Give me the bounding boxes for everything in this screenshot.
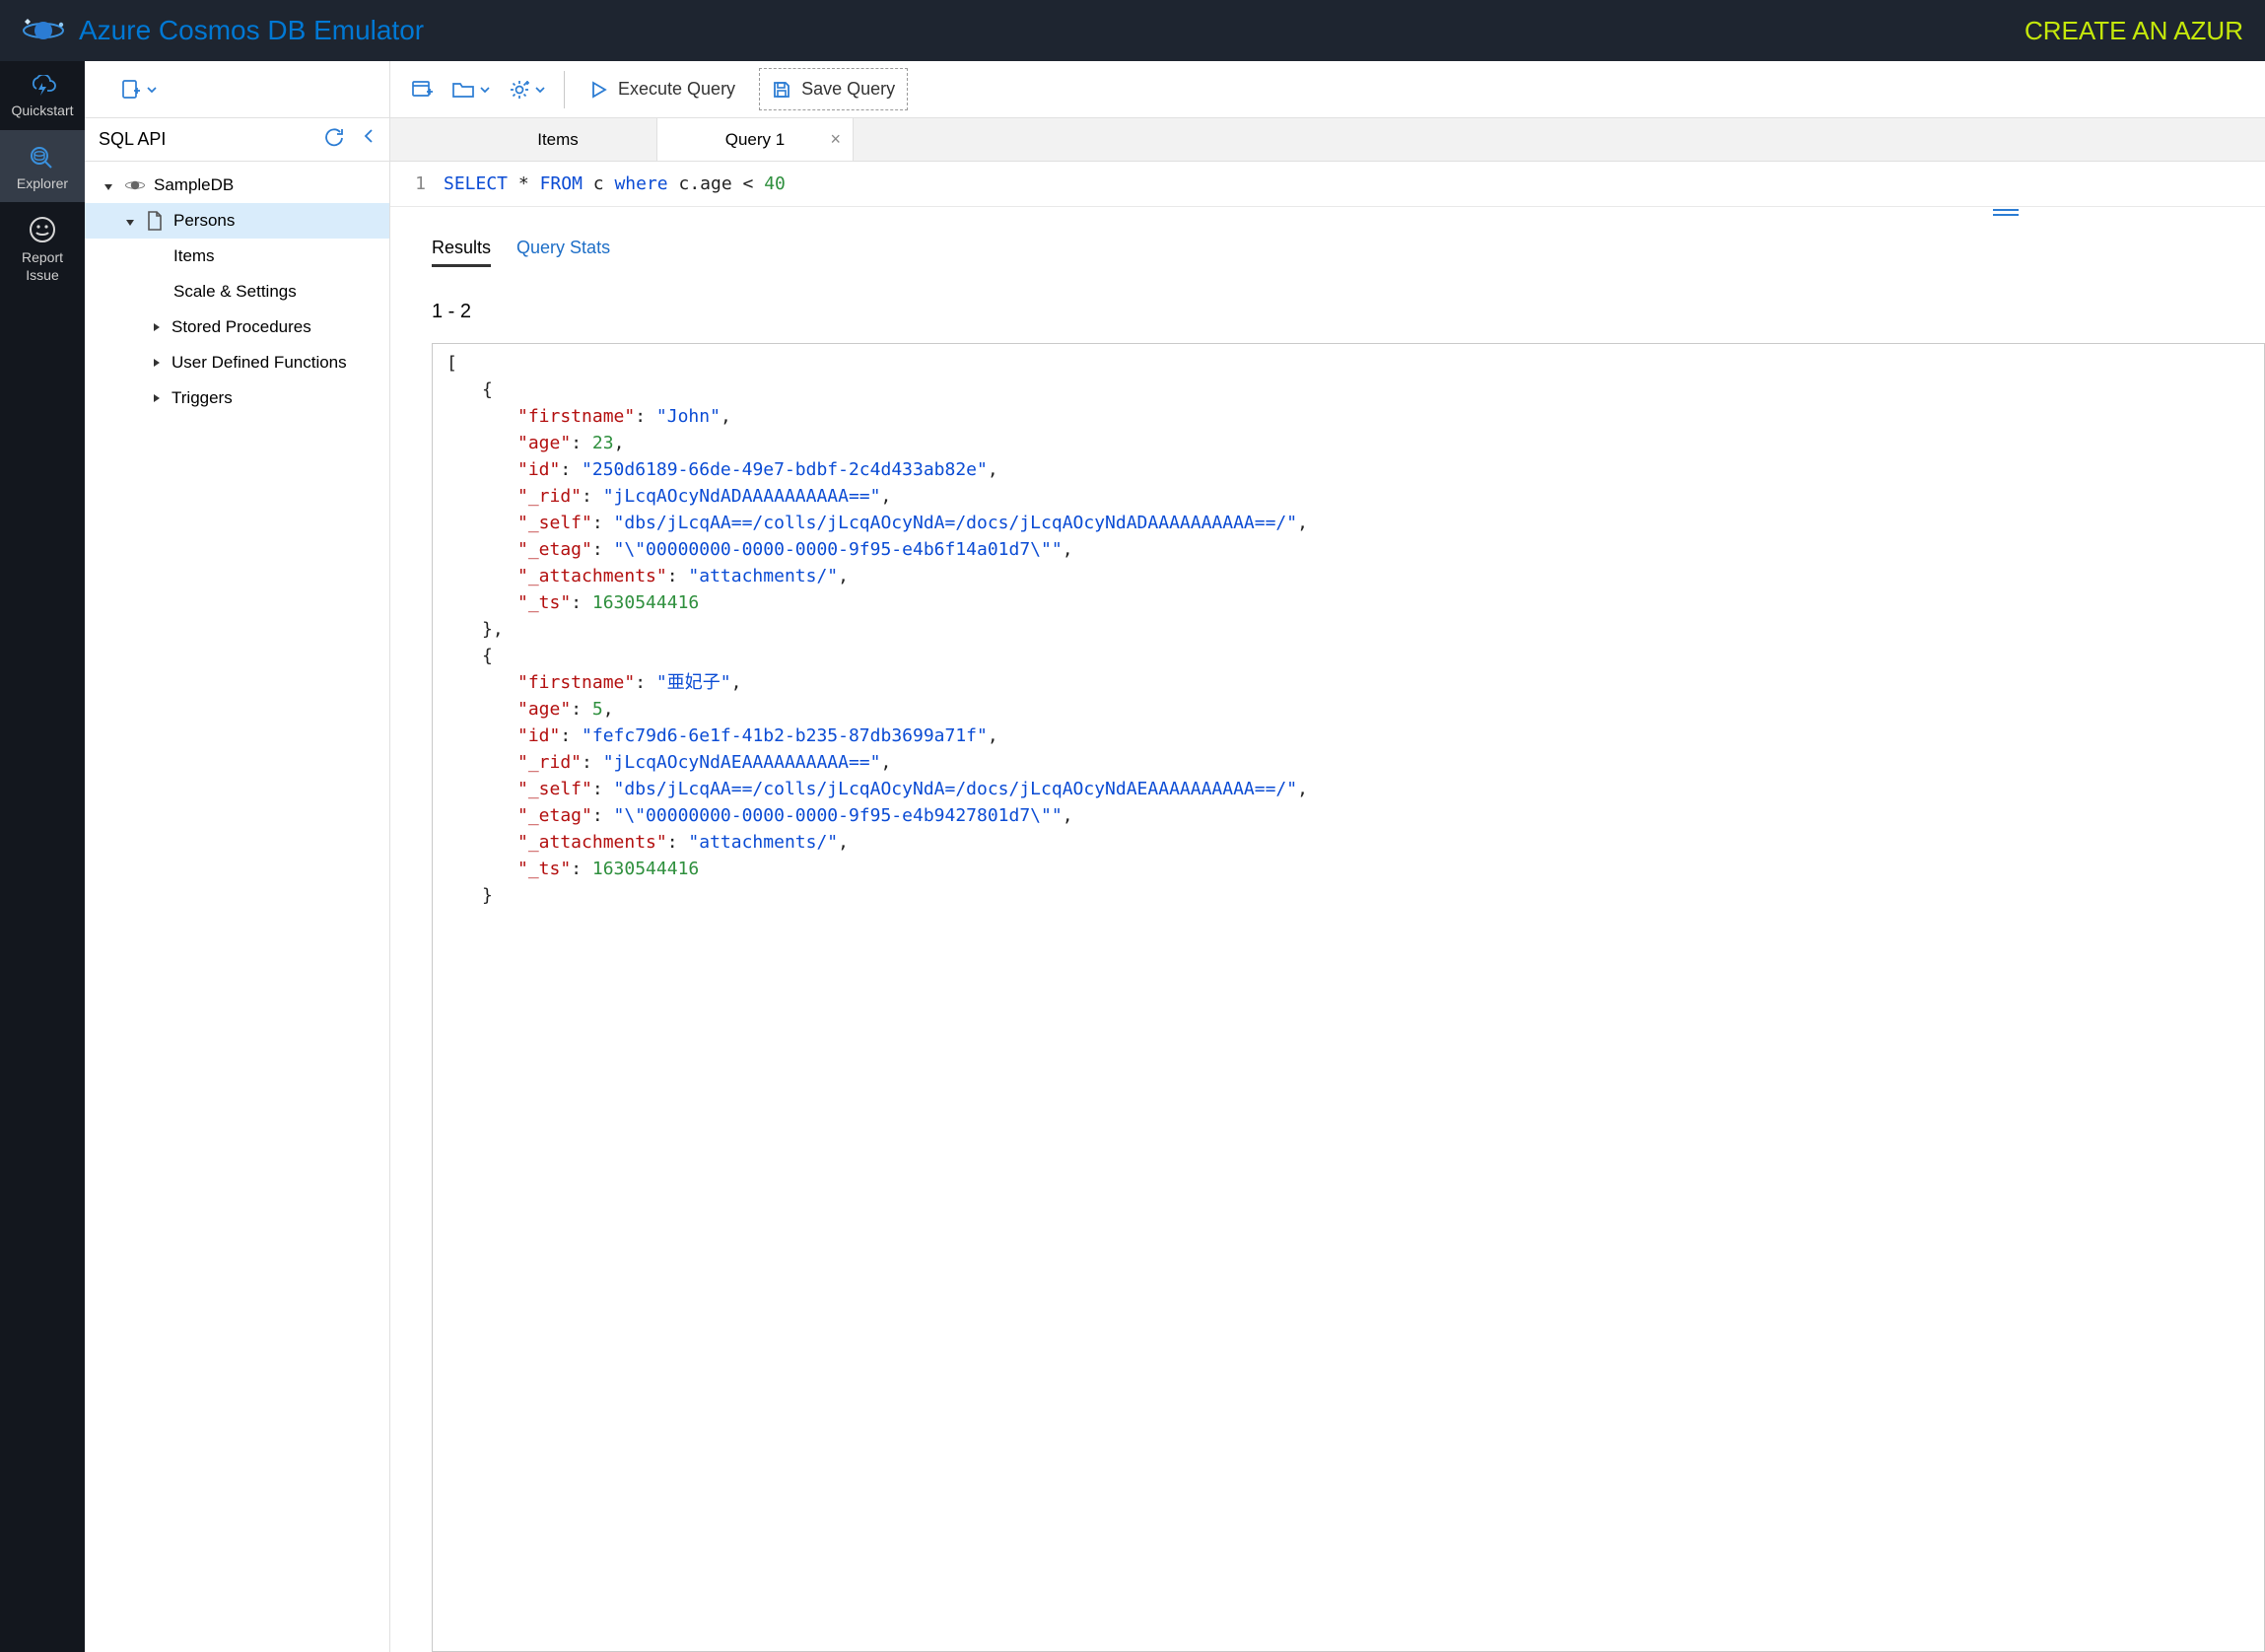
tree-database[interactable]: SampleDB xyxy=(85,168,389,203)
caret-right-icon xyxy=(150,320,164,334)
grip-icon xyxy=(1993,209,2019,211)
play-icon xyxy=(588,80,608,100)
tree-udf[interactable]: User Defined Functions xyxy=(85,345,389,380)
document-icon xyxy=(146,211,166,231)
app-brand: Azure Cosmos DB Emulator xyxy=(22,15,424,46)
caret-down-icon xyxy=(124,214,138,228)
top-bar: Azure Cosmos DB Emulator CREATE AN AZUR xyxy=(0,0,2265,61)
caret-right-icon xyxy=(150,391,164,405)
workspace-toolbar: Execute Query Save Query xyxy=(390,61,2265,118)
execute-query-button[interactable]: Execute Query xyxy=(583,75,741,103)
tree-node-label: SampleDB xyxy=(154,175,234,195)
rail-explorer[interactable]: Explorer xyxy=(0,130,85,203)
new-item-dropdown[interactable] xyxy=(120,79,158,101)
api-title: SQL API xyxy=(99,129,166,150)
workspace: Execute Query Save Query Items Query 1 ×… xyxy=(390,61,2265,1652)
query-editor[interactable]: 1 SELECT * FROM c where c.age < 40 xyxy=(390,162,2265,206)
open-dropdown[interactable] xyxy=(451,80,491,100)
rail-item-label: Explorer xyxy=(4,175,81,193)
save-icon xyxy=(772,80,791,100)
toolbar-separator xyxy=(564,71,565,108)
refresh-icon[interactable] xyxy=(324,127,344,152)
create-account-link[interactable]: CREATE AN AZUR xyxy=(2025,16,2243,46)
resource-tree: SampleDB Persons Items Scale & Settings … xyxy=(85,162,389,416)
tree-node-label: Stored Procedures xyxy=(172,317,311,337)
caret-down-icon xyxy=(103,178,116,192)
result-tabs: Results Query Stats xyxy=(390,220,2265,267)
rail-item-label: Quickstart xyxy=(4,103,81,120)
tree-scale-settings[interactable]: Scale & Settings xyxy=(85,274,389,310)
rail-item-label: Report Issue xyxy=(4,249,81,284)
split-handle[interactable] xyxy=(390,206,2265,220)
rail-report-issue[interactable]: Report Issue xyxy=(0,202,85,294)
new-container-icon[interactable] xyxy=(412,80,434,100)
tree-node-label: Items xyxy=(173,246,215,266)
tab-label: Query Stats xyxy=(516,238,610,257)
left-rail: Quickstart Explorer Report Issue xyxy=(0,61,85,1652)
result-json[interactable]: [{"firstname": "John","age": 23,"id": "2… xyxy=(432,343,2265,1652)
magnify-db-icon xyxy=(4,144,81,170)
tree-stored-procedures[interactable]: Stored Procedures xyxy=(85,310,389,345)
tree-collection[interactable]: Persons xyxy=(85,203,389,239)
smiley-icon xyxy=(4,216,81,243)
resource-tree-panel: SQL API SampleDB Persons Items Scale & S… xyxy=(85,61,390,1652)
tree-node-label: Triggers xyxy=(172,388,233,408)
tab-items[interactable]: Items xyxy=(459,118,656,161)
button-label: Execute Query xyxy=(618,79,735,100)
line-number: 1 xyxy=(390,173,444,194)
tree-toolbar xyxy=(85,61,389,118)
tree-node-label: Scale & Settings xyxy=(173,282,297,302)
settings-dropdown[interactable] xyxy=(509,79,546,101)
app-title: Azure Cosmos DB Emulator xyxy=(79,15,424,46)
tab-query-1[interactable]: Query 1 × xyxy=(656,117,854,161)
result-range: 1 - 2 xyxy=(390,267,2265,337)
cloud-bolt-icon xyxy=(4,75,81,97)
close-icon[interactable]: × xyxy=(830,129,841,150)
tree-node-label: Persons xyxy=(173,211,235,231)
tab-label: Results xyxy=(432,238,491,257)
api-header: SQL API xyxy=(85,118,389,162)
result-tab-stats[interactable]: Query Stats xyxy=(516,238,610,267)
tree-triggers[interactable]: Triggers xyxy=(85,380,389,416)
button-label: Save Query xyxy=(801,79,895,100)
save-query-button[interactable]: Save Query xyxy=(759,68,908,110)
caret-right-icon xyxy=(150,356,164,370)
result-tab-results[interactable]: Results xyxy=(432,238,491,267)
cosmos-logo-icon xyxy=(22,16,65,45)
database-icon xyxy=(124,174,146,196)
collapse-icon[interactable] xyxy=(362,127,376,152)
tab-label: Query 1 xyxy=(725,130,785,150)
document-tabs: Items Query 1 × xyxy=(390,118,2265,162)
rail-quickstart[interactable]: Quickstart xyxy=(0,61,85,130)
tree-node-label: User Defined Functions xyxy=(172,353,347,373)
query-text: SELECT * FROM c where c.age < 40 xyxy=(444,173,786,194)
tab-label: Items xyxy=(537,130,579,150)
tree-items[interactable]: Items xyxy=(85,239,389,274)
